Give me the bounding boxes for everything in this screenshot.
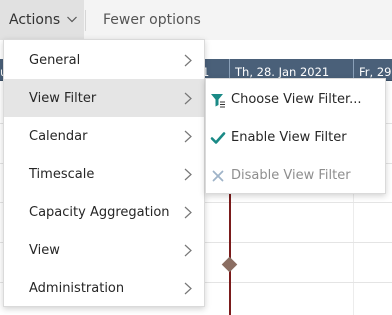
menu-item-label: Capacity Aggregation xyxy=(29,204,170,220)
submenu-item-label: Choose View Filter... xyxy=(231,92,362,107)
menu-item-view-filter[interactable]: View Filter xyxy=(4,79,204,117)
menu-item-label: View xyxy=(29,242,60,258)
submenu-item-label: Enable View Filter xyxy=(231,130,347,145)
actions-menu-button[interactable]: Actions xyxy=(0,0,84,40)
menu-item-timescale[interactable]: Timescale xyxy=(4,155,204,193)
fewer-options-button[interactable]: Fewer options xyxy=(103,12,201,28)
chevron-down-icon xyxy=(67,16,77,23)
chevron-right-icon xyxy=(184,282,192,295)
action-bar: Actions Fewer options xyxy=(0,0,392,40)
actions-dropdown-menu: General View Filter Calendar Timescale C… xyxy=(3,39,205,307)
chevron-right-icon xyxy=(184,206,192,219)
disable-view-filter-item[interactable]: Disable View Filter xyxy=(206,156,385,194)
view-filter-submenu: Choose View Filter... Enable View Filter… xyxy=(205,78,386,194)
chevron-right-icon xyxy=(184,244,192,257)
chevron-right-icon xyxy=(184,168,192,181)
menu-item-label: General xyxy=(29,52,81,68)
menu-item-capacity-aggregation[interactable]: Capacity Aggregation xyxy=(4,193,204,231)
toolbar-divider xyxy=(85,10,86,31)
menu-item-administration[interactable]: Administration xyxy=(4,269,204,307)
enable-view-filter-item[interactable]: Enable View Filter xyxy=(206,118,385,156)
chevron-right-icon xyxy=(184,92,192,105)
menu-item-general[interactable]: General xyxy=(4,41,204,79)
menu-item-calendar[interactable]: Calendar xyxy=(4,117,204,155)
checkmark-icon xyxy=(210,132,226,144)
menu-item-label: Calendar xyxy=(29,128,88,144)
actions-label: Actions xyxy=(9,12,61,28)
submenu-item-label: Disable View Filter xyxy=(231,168,351,183)
choose-view-filter-item[interactable]: Choose View Filter... xyxy=(206,80,385,118)
milestone-marker[interactable] xyxy=(221,256,238,273)
close-icon xyxy=(212,170,224,182)
menu-item-label: Timescale xyxy=(29,166,95,182)
menu-item-label: Administration xyxy=(29,280,125,296)
menu-item-view[interactable]: View xyxy=(4,231,204,269)
filter-icon xyxy=(211,94,225,108)
menu-item-label: View Filter xyxy=(29,90,97,106)
chevron-right-icon xyxy=(184,130,192,143)
chevron-right-icon xyxy=(184,54,192,67)
